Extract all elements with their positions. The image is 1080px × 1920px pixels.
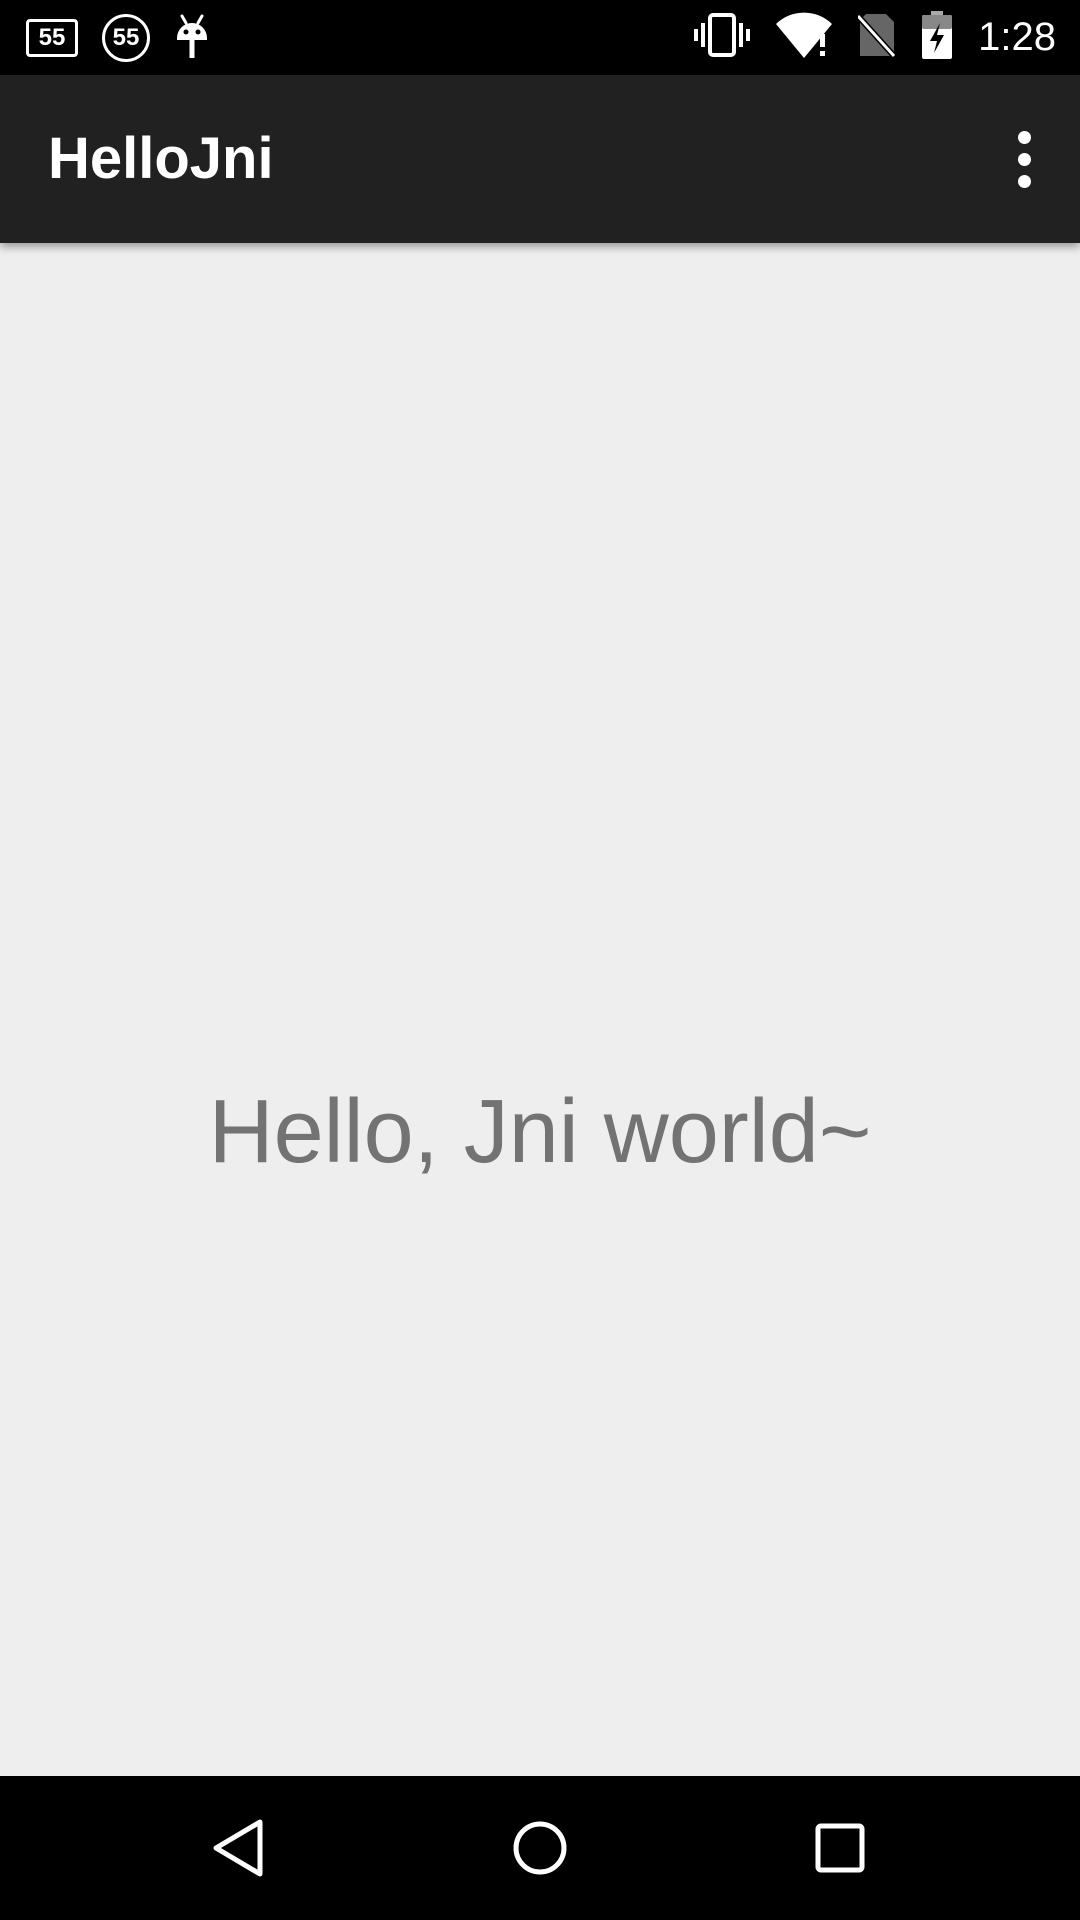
recents-icon (815, 1823, 865, 1873)
content-area: Hello, Jni world~ (0, 243, 1080, 1776)
battery-charging-icon (922, 11, 953, 64)
hello-message: Hello, Jni world~ (208, 1081, 872, 1182)
status-bar: 55 55 1:28 (0, 0, 1080, 75)
status-time: 1:28 (978, 15, 1056, 59)
app-bar: HelloJni (0, 75, 1080, 243)
sim-card-55-icon: 55 (26, 18, 78, 57)
overflow-menu-button[interactable] (982, 117, 1066, 201)
back-icon (213, 1819, 263, 1877)
back-button[interactable] (170, 1776, 310, 1920)
app-title: HelloJni (48, 126, 274, 191)
sim-card-55-label: 55 (26, 18, 78, 57)
more-vert-icon (1017, 130, 1031, 188)
system-icons: 1:28 (694, 0, 1056, 75)
circle-55-icon: 55 (102, 13, 150, 62)
recents-button[interactable] (770, 1776, 910, 1920)
notification-icons: 55 55 (26, 0, 210, 75)
home-button[interactable] (470, 1776, 610, 1920)
navigation-bar (0, 1776, 1080, 1920)
circle-55-label: 55 (102, 13, 150, 62)
vibrate-icon (694, 13, 751, 62)
home-icon (513, 1821, 567, 1875)
android-debug-icon (174, 14, 210, 62)
wifi-alert-icon (776, 12, 833, 63)
screen: 55 55 1:28 HelloJni Hello, Jni world~ (0, 0, 1080, 1920)
no-sim-icon (855, 12, 897, 63)
